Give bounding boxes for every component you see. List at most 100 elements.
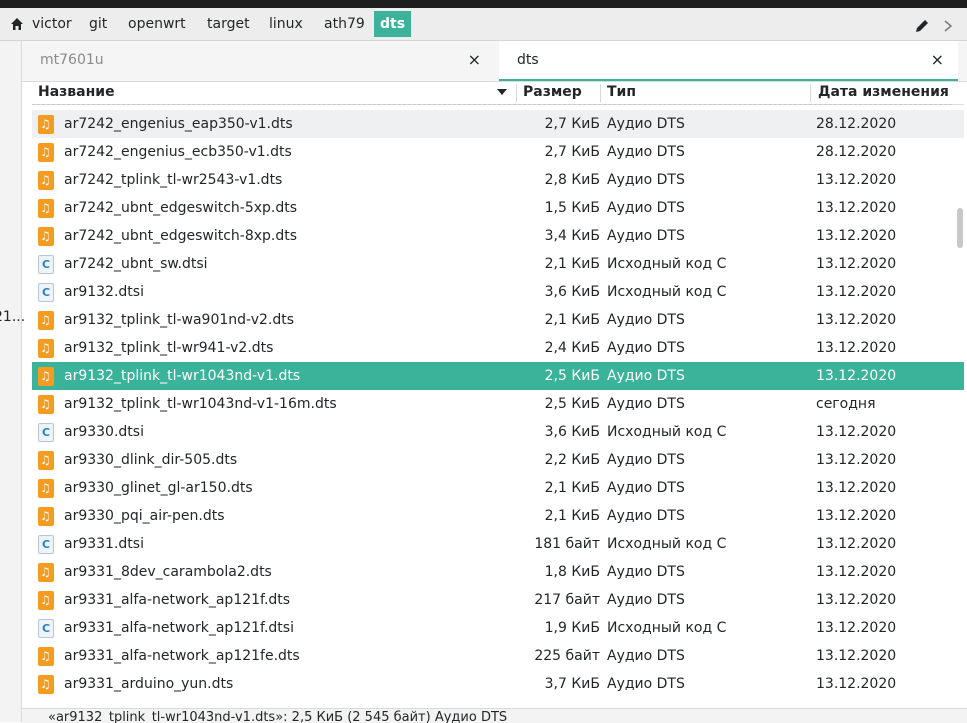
file-row[interactable]: ar9132_tplink_tl-wr1043nd-v1-16m.dts 2,5 … (32, 390, 964, 418)
file-date: 13.12.2020 (816, 452, 897, 468)
file-row[interactable]: ar9132_tplink_tl-wr941-v2.dts 2,4 КиБ Ауди… (32, 334, 964, 362)
file-date: 13.12.2020 (816, 620, 897, 636)
file-size: 2,1 КиБ (544, 312, 600, 328)
breadcrumb-item-target[interactable]: target (201, 11, 256, 37)
file-type: Аудио DTS (607, 564, 685, 580)
audio-file-icon (38, 306, 54, 334)
file-row[interactable]: ar7242_ubnt_edgeswitch-5xp.dts 1,5 КиБ Ауд… (32, 194, 964, 222)
scroll-divider (32, 104, 952, 105)
tab-dts[interactable]: dts × (499, 41, 958, 81)
column-header-type[interactable]: Тип (607, 82, 636, 104)
audio-file-icon (38, 642, 54, 670)
breadcrumb-item-git[interactable]: git (83, 11, 113, 37)
file-row[interactable]: ar7242_ubnt_sw.dtsi 2,1 КиБ Исходный код C… (32, 250, 964, 279)
file-row[interactable]: ar9331_alfa-network_ap121f.dts 217 байт Ау… (32, 586, 964, 614)
file-row[interactable]: ar9132.dtsi 3,6 КиБ Исходный код C 13.12.20… (32, 278, 964, 307)
audio-file-icon (38, 110, 54, 138)
vertical-scrollbar[interactable] (957, 208, 963, 248)
sort-descending-icon[interactable] (497, 89, 507, 95)
file-type: Аудио DTS (607, 172, 685, 188)
column-divider[interactable] (810, 84, 811, 102)
file-name: ar9331_8dev_carambola2.dts (64, 564, 272, 580)
audio-file-icon (38, 474, 54, 502)
breadcrumb-item-linux[interactable]: linux (263, 11, 309, 37)
file-type: Аудио DTS (607, 144, 685, 160)
file-date: 13.12.2020 (816, 676, 897, 692)
column-divider[interactable] (516, 84, 517, 102)
file-name: ar7242_ubnt_sw.dtsi (64, 256, 208, 272)
file-row[interactable]: ar9330_pqi_air-pen.dts 2,1 КиБ Аудио DTS 13… (32, 502, 964, 530)
file-type: Аудио DTS (607, 228, 685, 244)
edit-path-icon[interactable] (914, 18, 930, 34)
status-text: «ar9132_tplink_tl-wr1043nd-v1.dts»: 2,5 … (48, 710, 508, 723)
column-divider[interactable] (600, 84, 601, 102)
file-size: 2,1 КиБ (544, 480, 600, 496)
file-name: ar9132.dtsi (64, 284, 144, 300)
file-name: ar9331_alfa-network_ap121f.dtsi (64, 620, 294, 636)
file-row[interactable]: ar9331_8dev_carambola2.dts 1,8 КиБ Аудио D… (32, 558, 964, 586)
file-type: Аудио DTS (607, 312, 685, 328)
file-row[interactable]: ar7242_ubnt_edgeswitch-8xp.dts 3,4 КиБ Ауд… (32, 222, 964, 250)
chevron-right-icon[interactable] (944, 20, 952, 32)
file-row[interactable]: ar7242_engenius_eap350-v1.dts 2,7 КиБ Ауди… (32, 110, 964, 138)
file-name: ar9331.dtsi (64, 536, 144, 552)
tab-mt7601u[interactable]: mt7601u × (22, 41, 495, 81)
file-row[interactable]: ar9330_glinet_gl-ar150.dts 2,1 КиБ Аудио D… (32, 474, 964, 502)
file-date: 13.12.2020 (816, 564, 897, 580)
audio-file-icon (38, 194, 54, 222)
file-type: Аудио DTS (607, 396, 685, 412)
tab-close-icon[interactable]: × (931, 41, 944, 79)
audio-file-icon (38, 166, 54, 194)
file-row[interactable]: ar7242_tplink_tl-wr2543-v1.dts 2,8 КиБ Ауд… (32, 166, 964, 194)
file-date: 13.12.2020 (816, 592, 897, 608)
file-size: 2,2 КиБ (544, 452, 600, 468)
file-size: 2,4 КиБ (544, 340, 600, 356)
breadcrumb-item-openwrt[interactable]: openwrt (122, 11, 192, 37)
file-row[interactable]: ar9330_dlink_dir-505.dts 2,2 КиБ Аудио DTS… (32, 446, 964, 474)
file-row[interactable]: ar9331_alfa-network_ap121f.dtsi 1,9 КиБ Ис… (32, 614, 964, 643)
file-type: Исходный код C (607, 424, 727, 440)
tab-close-icon[interactable]: × (468, 41, 481, 79)
file-row[interactable]: ar9331.dtsi 181 байт Исходный код C 13.12.2… (32, 530, 964, 559)
column-header: Название Размер Тип Дата изменения (32, 82, 964, 105)
file-type: Аудио DTS (607, 676, 685, 692)
file-name: ar9331_alfa-network_ap121f.dts (64, 592, 291, 608)
file-size: 181 байт (534, 536, 600, 552)
file-size: 3,4 КиБ (544, 228, 600, 244)
file-name: ar9330_glinet_gl-ar150.dts (64, 480, 253, 496)
file-name: ar7242_tplink_tl-wr2543-v1.dts (64, 172, 283, 188)
file-row[interactable]: ar7242_engenius_ecb350-v1.dts 2,7 КиБ Ауди… (32, 138, 964, 166)
column-header-name[interactable]: Название (38, 82, 115, 104)
home-icon[interactable] (10, 17, 24, 31)
left-split-pane[interactable]: 21... (0, 41, 25, 722)
c-source-file-icon (38, 279, 54, 307)
file-row[interactable]: ar9330.dtsi 3,6 КиБ Исходный код C 13.12.20… (32, 418, 964, 447)
file-size: 2,7 КиБ (544, 116, 600, 132)
breadcrumb-item-ath79[interactable]: ath79 (318, 11, 371, 37)
column-header-date[interactable]: Дата изменения (818, 82, 949, 104)
file-size: 3,7 КиБ (544, 676, 600, 692)
file-date: 13.12.2020 (816, 508, 897, 524)
column-header-size[interactable]: Размер (523, 82, 582, 104)
file-size: 3,6 КиБ (544, 424, 600, 440)
breadcrumb-item-victor[interactable]: victor (26, 11, 78, 37)
file-size: 2,8 КиБ (544, 172, 600, 188)
file-type: Аудио DTS (607, 452, 685, 468)
audio-file-icon (38, 390, 54, 418)
file-date: сегодня (816, 396, 876, 412)
file-type: Аудио DTS (607, 592, 685, 608)
file-row[interactable]: ar9331_arduino_yun.dts 3,7 КиБ Аудио DTS 13… (32, 670, 964, 698)
c-source-file-icon (38, 615, 54, 643)
audio-file-icon (38, 558, 54, 586)
tab-label: mt7601u (40, 52, 104, 68)
file-size: 1,8 КиБ (544, 564, 600, 580)
file-row[interactable]: ar9132_tplink_tl-wa901nd-v2.dts 2,1 КиБ Ау… (32, 306, 964, 334)
file-date: 13.12.2020 (816, 536, 897, 552)
file-list: ar7242_engenius_eap350-v1.dts 2,7 КиБ Ауди… (32, 110, 964, 698)
breadcrumb-item-dts[interactable]: dts (374, 11, 412, 37)
file-size: 3,6 КиБ (544, 284, 600, 300)
audio-file-icon (38, 138, 54, 166)
file-row[interactable]: ar9132_tplink_tl-wr1043nd-v1.dts 2,5 КиБ А… (32, 362, 964, 390)
file-row[interactable]: ar9331_alfa-network_ap121fe.dts 225 байт А… (32, 642, 964, 670)
file-size: 2,1 КиБ (544, 508, 600, 524)
